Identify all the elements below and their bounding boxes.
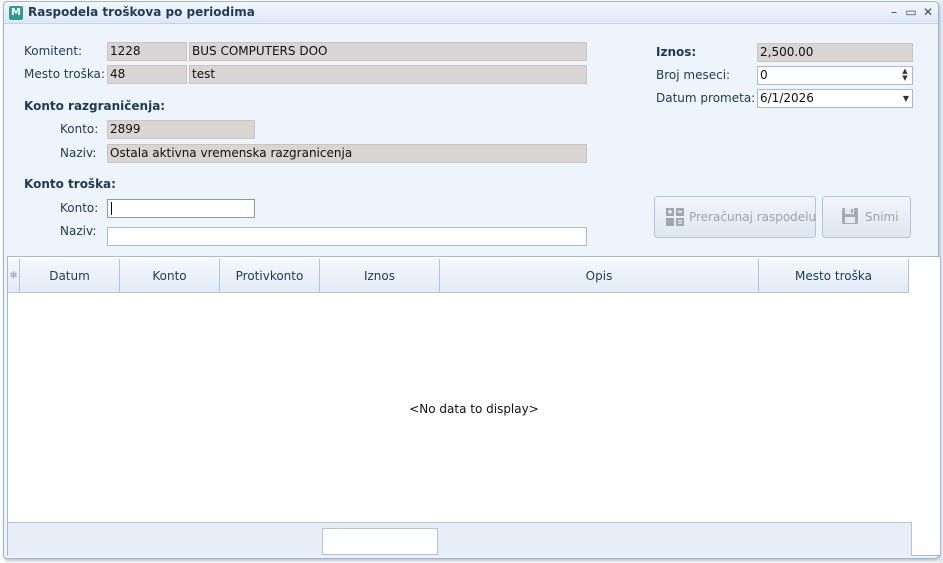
konto-razgranicenja-naziv-label: Naziv: bbox=[60, 146, 97, 160]
konto-troska-naziv-label: Naziv: bbox=[60, 224, 97, 238]
row-indicator-header: ✻ bbox=[8, 259, 20, 293]
broj-meseci-label: Broj meseci: bbox=[656, 68, 731, 82]
datum-prometa-value: 6/1/2026 bbox=[760, 91, 814, 105]
text-cursor bbox=[111, 202, 112, 215]
konto-razgranicenja-heading: Konto razgraničenja: bbox=[24, 99, 166, 113]
konto-razgranicenja-naziv-field: Ostala aktivna vremenska razgranicenja bbox=[107, 144, 587, 163]
komitent-name-field: BUS COMPUTERS DOO bbox=[189, 42, 587, 61]
column-header-protivkonto[interactable]: Protivkonto bbox=[220, 259, 320, 293]
title-bar[interactable]: M Raspodela troškova po periodima – ▭ ✕ bbox=[4, 2, 938, 24]
column-header-konto[interactable]: Konto bbox=[120, 259, 220, 293]
column-header-datum[interactable]: Datum bbox=[20, 259, 120, 293]
broj-meseci-value: 0 bbox=[760, 68, 768, 82]
iznos-field: 2,500.00 bbox=[757, 43, 913, 62]
floppy-disk-icon bbox=[842, 208, 858, 224]
column-header-iznos[interactable]: Iznos bbox=[320, 259, 440, 293]
mesto-troska-label: Mesto troška: bbox=[24, 67, 105, 81]
column-header-mesto-troska[interactable]: Mesto troška bbox=[759, 259, 909, 293]
iznos-label: Iznos: bbox=[656, 45, 697, 59]
dropdown-arrow-icon[interactable]: ▼ bbox=[903, 91, 909, 106]
snimi-button[interactable]: Snimi bbox=[822, 196, 911, 238]
konto-troska-konto-input[interactable] bbox=[107, 199, 255, 218]
empty-grid-message: <No data to display> bbox=[409, 402, 539, 416]
konto-troska-konto-label: Konto: bbox=[60, 201, 99, 215]
konto-razgranicenja-konto-label: Konto: bbox=[60, 122, 99, 136]
distribution-grid[interactable]: ✻ Datum Konto Protivkonto Iznos Opis Mes… bbox=[7, 256, 941, 556]
maximize-button[interactable]: ▭ bbox=[903, 4, 919, 20]
spin-arrows-icon[interactable]: ▲ ▼ bbox=[899, 68, 911, 83]
broj-meseci-spin-input[interactable]: 0 ▲ ▼ bbox=[757, 66, 913, 85]
datum-prometa-date-input[interactable]: 6/1/2026 ▼ bbox=[757, 89, 913, 108]
komitent-code-field: 1228 bbox=[107, 42, 187, 61]
datum-prometa-label: Datum prometa: bbox=[656, 91, 756, 105]
calculator-icon bbox=[666, 208, 684, 226]
column-header-opis[interactable]: Opis bbox=[440, 259, 759, 293]
minimize-button[interactable]: – bbox=[886, 4, 902, 20]
cost-distribution-dialog: M Raspodela troškova po periodima – ▭ ✕ … bbox=[3, 1, 941, 559]
konto-razgranicenja-konto-field: 2899 bbox=[107, 120, 255, 139]
close-button[interactable]: ✕ bbox=[920, 4, 936, 20]
snimi-label: Snimi bbox=[865, 210, 899, 224]
window-title: Raspodela troškova po periodima bbox=[28, 5, 255, 19]
footer-summary-cell bbox=[322, 528, 438, 555]
mesto-troska-code-field: 48 bbox=[107, 65, 187, 84]
mesto-troska-name-field: test bbox=[189, 65, 587, 84]
komitent-label: Komitent: bbox=[24, 44, 83, 58]
grid-footer bbox=[8, 522, 912, 556]
preracunaj-raspodelu-button[interactable]: Preračunaj raspodelu bbox=[654, 196, 816, 238]
konto-troska-heading: Konto troška: bbox=[24, 177, 116, 191]
konto-troska-naziv-input[interactable] bbox=[107, 227, 587, 246]
preracunaj-raspodelu-label: Preračunaj raspodelu bbox=[689, 210, 817, 224]
app-logo-icon: M bbox=[9, 6, 23, 20]
